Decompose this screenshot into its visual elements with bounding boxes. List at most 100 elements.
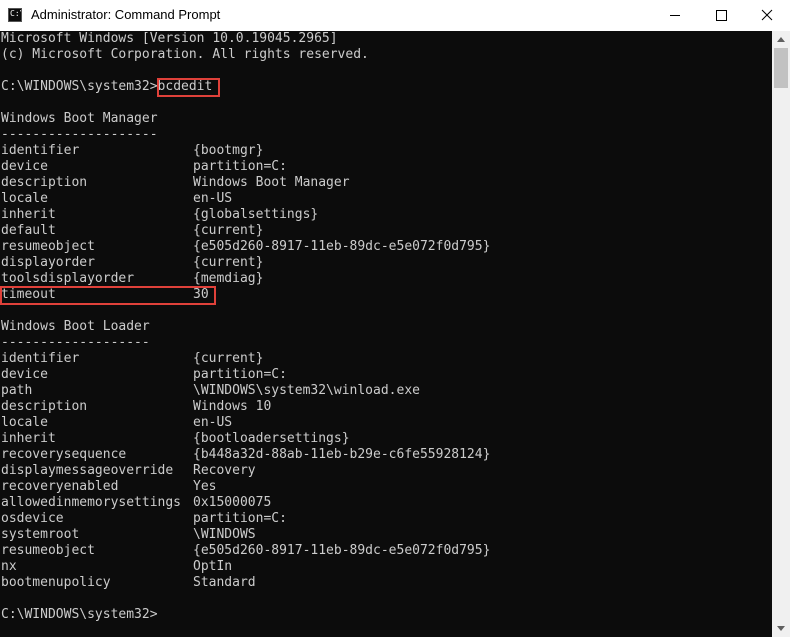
close-button[interactable]: [744, 0, 790, 31]
row-key: locale: [1, 191, 48, 206]
bootmgr-row: device partition=C:: [1, 159, 701, 175]
row-key: identifier: [1, 351, 80, 366]
close-icon: [761, 9, 773, 21]
command-text: bcdedit: [157, 79, 213, 94]
bootloader-row: allowedinmemorysettings 0x15000075: [1, 495, 701, 511]
row-key: systemroot: [1, 527, 80, 542]
command-prompt-window: C:\ Administrator: Command Prompt Micros…: [0, 0, 790, 637]
bootloader-row: bootmenupolicy Standard: [1, 575, 701, 591]
row-value: \WINDOWS\system32\winload.exe: [193, 383, 420, 398]
row-value: {memdiag}: [193, 271, 264, 286]
title-bar[interactable]: C:\ Administrator: Command Prompt: [0, 0, 790, 31]
row-key: inherit: [1, 207, 56, 222]
scroll-down-arrow-icon: [777, 626, 785, 631]
console-output[interactable]: Microsoft Windows [Version 10.0.19045.29…: [0, 31, 772, 637]
copyright-line: (c) Microsoft Corporation. All rights re…: [1, 47, 369, 62]
row-key: identifier: [1, 143, 80, 158]
row-value: Windows Boot Manager: [193, 175, 350, 190]
bootloader-row: osdevice partition=C:: [1, 511, 701, 527]
row-key: default: [1, 223, 56, 238]
scroll-down-button[interactable]: [772, 620, 790, 637]
row-key: locale: [1, 415, 48, 430]
command-line: C:\WINDOWS\system32>bcdedit: [1, 79, 212, 95]
bootmgr-row: locale en-US: [1, 191, 701, 207]
boot-manager-separator: --------------------: [1, 127, 158, 142]
bootmgr-row: default {current}: [1, 223, 701, 239]
row-value: partition=C:: [193, 367, 287, 382]
row-key: displaymessageoverride: [1, 463, 174, 478]
row-key: inherit: [1, 431, 56, 446]
row-value: {e505d260-8917-11eb-89dc-e5e072f0d795}: [193, 239, 491, 254]
bootloader-row: systemroot \WINDOWS: [1, 527, 701, 543]
maximize-icon: [716, 10, 727, 21]
row-value: en-US: [193, 415, 233, 430]
bootloader-row: device partition=C:: [1, 367, 701, 383]
version-line: Microsoft Windows [Version 10.0.19045.29…: [1, 31, 338, 46]
row-key: timeout: [1, 287, 56, 302]
vertical-scrollbar[interactable]: [772, 31, 790, 637]
row-value: {current}: [193, 351, 264, 366]
row-value: {e505d260-8917-11eb-89dc-e5e072f0d795}: [193, 543, 491, 558]
boot-loader-separator: -------------------: [1, 335, 150, 350]
row-key: description: [1, 175, 88, 190]
bootmgr-row: displayorder {current}: [1, 255, 701, 271]
bootloader-row: resumeobject {e505d260-8917-11eb-89dc-e5e…: [1, 543, 701, 559]
row-value: {current}: [193, 223, 264, 238]
row-key: resumeobject: [1, 239, 95, 254]
maximize-button[interactable]: [698, 0, 744, 31]
row-value: Yes: [193, 479, 217, 494]
bootloader-row: inherit {bootloadersettings}: [1, 431, 701, 447]
row-value: {b448a32d-88ab-11eb-b29e-c6fe55928124}: [193, 447, 491, 462]
row-key: allowedinmemorysettings: [1, 495, 182, 510]
row-key: displayorder: [1, 255, 95, 270]
row-value: 30: [193, 287, 209, 302]
bootloader-row: description Windows 10: [1, 399, 701, 415]
row-key: recoverysequence: [1, 447, 127, 462]
row-value: {current}: [193, 255, 264, 270]
prompt: C:\WINDOWS\system32>: [1, 79, 158, 94]
minimize-icon: [670, 15, 680, 16]
row-value: Recovery: [193, 463, 256, 478]
bootmgr-row: inherit {globalsettings}: [1, 207, 701, 223]
bootmgr-row: toolsdisplayorder {memdiag}: [1, 271, 701, 287]
bootloader-row: displaymessageoverride Recovery: [1, 463, 701, 479]
row-key: device: [1, 159, 48, 174]
row-key: resumeobject: [1, 543, 95, 558]
final-prompt: C:\WINDOWS\system32>: [1, 607, 158, 622]
row-key: path: [1, 383, 33, 398]
row-value: Standard: [193, 575, 256, 590]
scroll-up-arrow-icon: [777, 37, 785, 42]
row-key: device: [1, 367, 48, 382]
bootmgr-row-timeout: timeout 30: [1, 287, 701, 303]
scroll-thumb[interactable]: [774, 48, 788, 88]
bootloader-row: recoveryenabled Yes: [1, 479, 701, 495]
row-value: \WINDOWS: [193, 527, 256, 542]
bootloader-row: identifier {current}: [1, 351, 701, 367]
row-key: description: [1, 399, 88, 414]
row-value: en-US: [193, 191, 233, 206]
scroll-up-button[interactable]: [772, 31, 790, 48]
cmd-app-icon[interactable]: C:\: [8, 8, 22, 22]
row-key: toolsdisplayorder: [1, 271, 135, 286]
row-value: 0x15000075: [193, 495, 272, 510]
bootloader-row: nx OptIn: [1, 559, 701, 575]
row-value: {bootmgr}: [193, 143, 264, 158]
bootmgr-row: identifier {bootmgr}: [1, 143, 701, 159]
bootloader-row: path \WINDOWS\system32\winload.exe: [1, 383, 701, 399]
row-key: osdevice: [1, 511, 64, 526]
bootloader-row: recoverysequence {b448a32d-88ab-11eb-b29e…: [1, 447, 701, 463]
boot-loader-title: Windows Boot Loader: [1, 319, 150, 334]
boot-manager-title: Windows Boot Manager: [1, 111, 158, 126]
row-value: {bootloadersettings}: [193, 431, 350, 446]
row-value: Windows 10: [193, 399, 272, 414]
row-value: partition=C:: [193, 159, 287, 174]
row-value: OptIn: [193, 559, 233, 574]
row-key: recoveryenabled: [1, 479, 119, 494]
minimize-button[interactable]: [652, 0, 698, 31]
row-key: nx: [1, 559, 17, 574]
window-title: Administrator: Command Prompt: [31, 7, 221, 22]
bootmgr-row: resumeobject {e505d260-8917-11eb-89dc-e5e…: [1, 239, 701, 255]
bootmgr-row: description Windows Boot Manager: [1, 175, 701, 191]
bootloader-row: locale en-US: [1, 415, 701, 431]
row-key: bootmenupolicy: [1, 575, 111, 590]
